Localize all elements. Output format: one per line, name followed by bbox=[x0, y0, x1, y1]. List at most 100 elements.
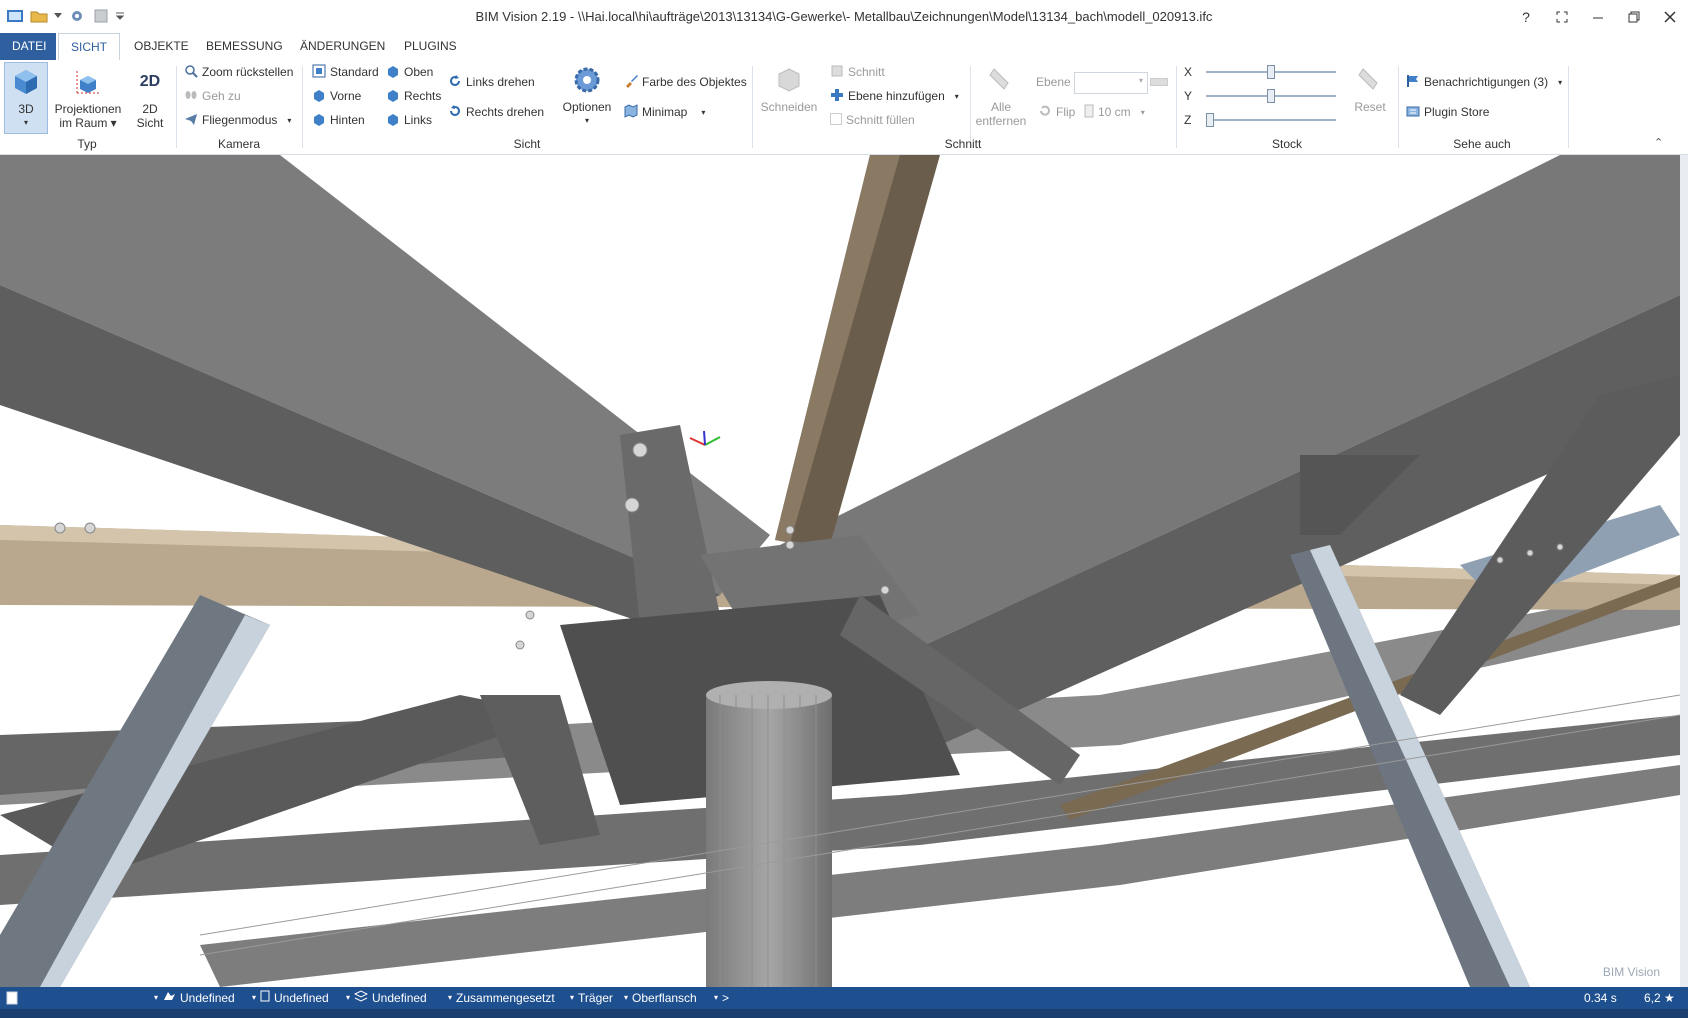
flip-icon bbox=[1038, 104, 1052, 121]
status-field-3[interactable]: ▾ Undefined bbox=[346, 987, 427, 1009]
status-field-1[interactable]: ▾ Undefined bbox=[154, 987, 235, 1009]
3d-viewport[interactable]: BIM Vision bbox=[0, 155, 1680, 987]
status-bar: ▾ Undefined ▾ Undefined ▾ Undefined ▾ Zu… bbox=[0, 987, 1688, 1009]
page-icon[interactable] bbox=[6, 987, 18, 1009]
standard-view-button[interactable]: Standard bbox=[312, 62, 379, 82]
fullscreen-icon[interactable] bbox=[1544, 0, 1580, 33]
separator bbox=[970, 66, 971, 148]
settings-gear-icon[interactable] bbox=[68, 7, 86, 25]
y-slider[interactable] bbox=[1206, 89, 1336, 103]
tab-plugins[interactable]: PLUGINS bbox=[392, 33, 469, 60]
links-view-button[interactable]: Links bbox=[386, 110, 432, 130]
os-taskbar bbox=[0, 1009, 1688, 1018]
cut-box-icon bbox=[773, 64, 805, 96]
minimize-icon[interactable] bbox=[1580, 0, 1616, 33]
app-logo-icon[interactable] bbox=[6, 7, 24, 25]
ebene-slider-icon[interactable] bbox=[1150, 78, 1168, 86]
window-title: BIM Vision 2.19 - \\Hai.local\hi\aufträg… bbox=[475, 9, 1213, 24]
chevron-down-icon: ▾ bbox=[287, 115, 292, 125]
hinten-view-button[interactable]: Hinten bbox=[312, 110, 365, 130]
quick-access-toolbar bbox=[6, 7, 124, 25]
ruler-icon bbox=[1084, 104, 1094, 121]
separator bbox=[1568, 66, 1569, 148]
slider-thumb[interactable] bbox=[1206, 113, 1214, 127]
benachrichtigungen-button[interactable]: Benachrichtigungen (3) ▾ bbox=[1406, 72, 1562, 92]
rechts-view-button[interactable]: Rechts bbox=[386, 86, 441, 106]
rechts-drehen-button[interactable]: Rechts drehen bbox=[448, 102, 544, 122]
hand-icon bbox=[162, 987, 176, 1009]
chevron-down-icon: ▾ bbox=[1138, 76, 1143, 85]
rating: 6,2 ★ bbox=[1644, 991, 1675, 1005]
top-cube-icon bbox=[386, 64, 400, 81]
links-drehen-button[interactable]: Links drehen bbox=[448, 72, 535, 92]
fliegenmodus-button[interactable]: Fliegenmodus ▾ bbox=[184, 110, 291, 130]
axis-y-label: Y bbox=[1184, 89, 1193, 103]
help-button[interactable]: ? bbox=[1508, 0, 1544, 33]
minimap-button[interactable]: Minimap ▾ bbox=[624, 102, 705, 122]
save-icon[interactable] bbox=[92, 7, 110, 25]
vertical-scrollbar[interactable] bbox=[1680, 155, 1688, 987]
dropdown-arrow-icon[interactable] bbox=[54, 7, 62, 25]
status-field-5[interactable]: ▾ Träger bbox=[570, 987, 613, 1009]
map-icon bbox=[624, 103, 638, 121]
projection-cube-icon bbox=[72, 66, 104, 98]
status-field-7[interactable]: ▾ > bbox=[714, 987, 729, 1009]
tab-datei[interactable]: DATEI bbox=[0, 33, 56, 60]
axis-gizmo bbox=[689, 430, 721, 446]
vorne-view-button[interactable]: Vorne bbox=[312, 86, 361, 106]
status-field-6[interactable]: ▾ Oberflansch bbox=[624, 987, 697, 1009]
eraser-icon bbox=[1354, 64, 1386, 96]
oben-view-button[interactable]: Oben bbox=[386, 62, 433, 82]
open-folder-icon[interactable] bbox=[30, 7, 48, 25]
chevron-down-icon: ▾ bbox=[954, 91, 959, 101]
x-slider[interactable] bbox=[1206, 65, 1336, 79]
chevron-down-icon: ▾ bbox=[701, 107, 706, 117]
collapse-ribbon-icon[interactable]: ⌃ bbox=[1654, 136, 1663, 149]
customize-qat-icon[interactable] bbox=[116, 7, 124, 25]
schnitt-button[interactable]: Schnitt bbox=[830, 62, 885, 82]
text-2d-icon: 2D bbox=[139, 73, 161, 90]
store-icon bbox=[1406, 104, 1420, 121]
separator bbox=[302, 66, 303, 148]
slider-thumb[interactable] bbox=[1267, 89, 1275, 103]
close-icon[interactable] bbox=[1652, 0, 1688, 33]
status-field-2[interactable]: ▾ Undefined bbox=[252, 987, 329, 1009]
flip-button[interactable]: Flip bbox=[1038, 102, 1075, 122]
view-2d-button[interactable]: 2D 2D Sicht bbox=[130, 66, 170, 131]
ebene-hinzufuegen-button[interactable]: Ebene hinzufügen ▾ bbox=[830, 86, 959, 106]
tab-bemessung[interactable]: BEMESSUNG bbox=[194, 33, 295, 60]
flag-icon bbox=[1406, 74, 1420, 91]
cube-3d-icon bbox=[10, 66, 42, 98]
separator bbox=[1398, 66, 1399, 148]
axis-x-label: X bbox=[1184, 65, 1193, 79]
plugin-store-button[interactable]: Plugin Store bbox=[1406, 102, 1489, 122]
gear-icon bbox=[571, 64, 603, 96]
optionen-button[interactable]: Optionen ▾ bbox=[558, 64, 616, 128]
front-cube-icon bbox=[312, 88, 326, 105]
ebene-dropdown[interactable]: ▾ bbox=[1074, 72, 1148, 94]
tab-objekte[interactable]: OBJEKTE bbox=[122, 33, 201, 60]
step-size-dropdown[interactable]: 10 cm ▾ bbox=[1084, 102, 1145, 122]
z-slider[interactable] bbox=[1206, 113, 1336, 127]
schnitt-fuellen-checkbox[interactable]: Schnitt füllen bbox=[830, 110, 915, 130]
slider-thumb[interactable] bbox=[1267, 65, 1275, 79]
reset-button[interactable]: Reset bbox=[1348, 64, 1392, 114]
projektionen-button[interactable]: Projektionen im Raum ▾ bbox=[52, 66, 124, 130]
geh-zu-button[interactable]: Geh zu bbox=[184, 86, 241, 106]
title-bar: BIM Vision 2.19 - \\Hai.local\hi\aufträg… bbox=[0, 0, 1688, 33]
tab-aenderungen[interactable]: ÄNDERUNGEN bbox=[288, 33, 397, 60]
footsteps-icon bbox=[184, 88, 198, 105]
eraser-icon bbox=[985, 64, 1017, 96]
status-field-4[interactable]: ▾ Zusammengesetzt bbox=[448, 987, 555, 1009]
plus-icon bbox=[830, 88, 844, 105]
restore-icon[interactable] bbox=[1616, 0, 1652, 33]
farbe-objektes-button[interactable]: Farbe des Objektes bbox=[624, 72, 747, 92]
tab-sicht[interactable]: SICHT bbox=[58, 33, 120, 62]
airplane-icon bbox=[184, 112, 198, 129]
zoom-reset-button[interactable]: Zoom rückstellen bbox=[184, 62, 293, 82]
schneiden-button[interactable]: Schneiden bbox=[758, 64, 820, 114]
alle-entfernen-button[interactable]: Alle entfernen bbox=[976, 64, 1026, 128]
zoom-icon bbox=[184, 64, 198, 81]
steel-structure-render bbox=[0, 155, 1680, 987]
view-3d-button[interactable]: 3D ▾ bbox=[4, 62, 48, 134]
